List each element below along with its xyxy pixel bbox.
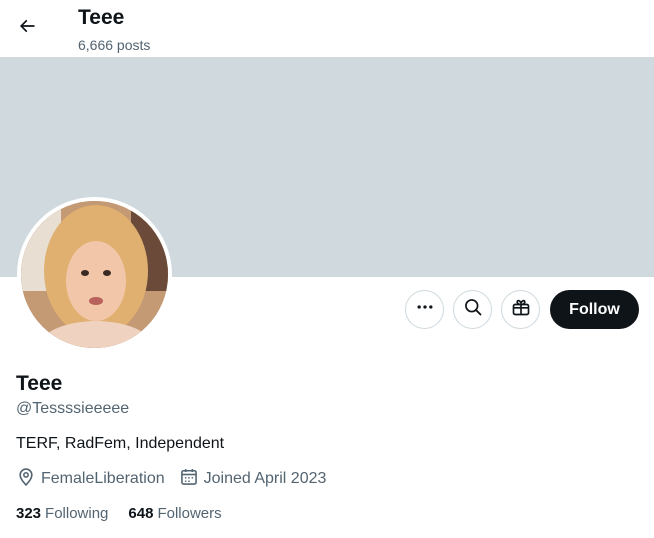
calendar-icon bbox=[179, 467, 204, 492]
gift-button[interactable] bbox=[501, 290, 540, 329]
followers-link[interactable]: 648 Followers bbox=[128, 505, 221, 522]
search-profile-button[interactable] bbox=[453, 290, 492, 329]
profile-header: Teee 6,666 posts bbox=[0, 0, 654, 57]
following-link[interactable]: 323 Following bbox=[16, 505, 108, 522]
following-count: 323 bbox=[16, 505, 42, 522]
location-text: FemaleLiberation bbox=[41, 470, 165, 487]
arrow-left-icon bbox=[17, 16, 37, 41]
followers-count: 648 bbox=[128, 505, 154, 522]
gift-icon bbox=[511, 297, 531, 322]
header-post-count: 6,666 posts bbox=[78, 37, 151, 53]
joined-item: Joined April 2023 bbox=[179, 467, 327, 492]
more-button[interactable] bbox=[405, 290, 444, 329]
following-label: Following bbox=[45, 505, 109, 522]
profile-handle: @Tessssieeeee bbox=[16, 400, 130, 417]
joined-text: Joined April 2023 bbox=[203, 470, 327, 487]
more-horizontal-icon bbox=[415, 297, 435, 322]
profile-stats: 323 Following 648 Followers bbox=[16, 505, 242, 522]
follow-button[interactable]: Follow bbox=[550, 290, 639, 329]
profile-bio: TERF, RadFem, Independent bbox=[16, 435, 225, 452]
followers-label: Followers bbox=[157, 505, 222, 522]
header-title: Teee bbox=[78, 6, 125, 29]
profile-page: Teee 6,666 posts Follow Teee @Tessssieee… bbox=[0, 0, 654, 538]
search-icon bbox=[463, 297, 483, 322]
location-item: FemaleLiberation bbox=[16, 467, 165, 492]
location-pin-icon bbox=[16, 467, 41, 492]
profile-meta: FemaleLiberation Joined April 2023 bbox=[16, 467, 340, 492]
back-button[interactable] bbox=[9, 10, 45, 46]
avatar[interactable] bbox=[17, 197, 172, 352]
avatar-image bbox=[21, 201, 168, 348]
profile-name: Teee bbox=[16, 372, 63, 395]
